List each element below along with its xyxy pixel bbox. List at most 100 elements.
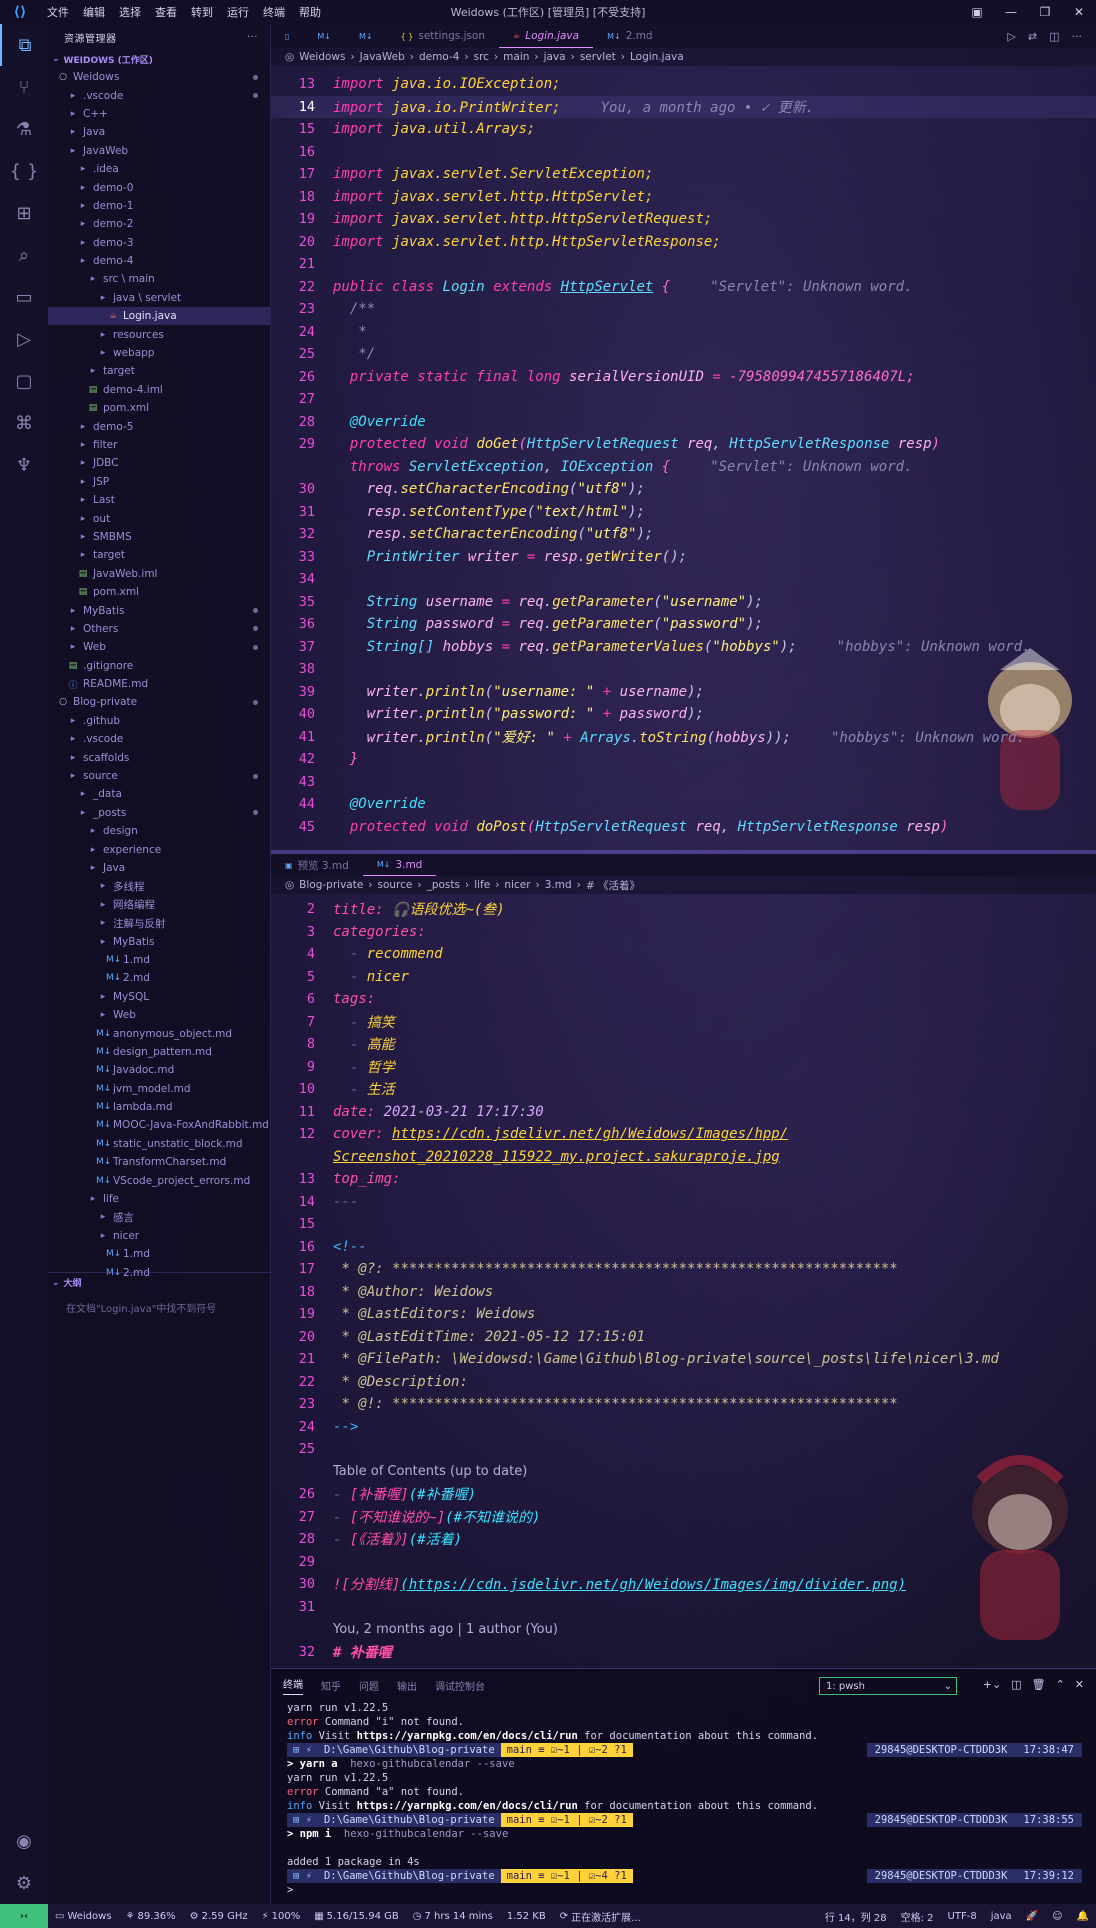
tree-folder[interactable]: ▸ Last: [48, 491, 270, 509]
breadcrumb-item[interactable]: life: [474, 879, 490, 891]
tree-folder[interactable]: ▸ nicer: [48, 1227, 270, 1245]
tree-folder[interactable]: ▸ demo-2: [48, 215, 270, 233]
run-icon[interactable]: ▷: [1007, 30, 1015, 43]
tree-folder[interactable]: ▸ design: [48, 822, 270, 840]
tree-folder[interactable]: ▸ C++: [48, 105, 270, 123]
tab-2-md[interactable]: M↓ 2.md: [593, 24, 667, 48]
tab-settings-json[interactable]: { } settings.json: [387, 24, 499, 48]
remote-indicator-icon[interactable]: ›‹: [0, 1904, 48, 1928]
new-terminal-icon[interactable]: +⌄: [983, 1678, 1001, 1691]
tree-folder[interactable]: ▸ Web: [48, 638, 270, 656]
tab-login-java[interactable]: ☕ Login.java: [499, 24, 594, 48]
tab-output[interactable]: 输出: [397, 1678, 417, 1693]
tree-folder[interactable]: ▸ .vscode: [48, 730, 270, 748]
tree-folder[interactable]: ▸ MySQL: [48, 988, 270, 1006]
tree-folder[interactable]: ▸ demo-1: [48, 197, 270, 215]
breadcrumb-item[interactable]: # 《活着》: [586, 878, 640, 893]
close-panel-icon[interactable]: ✕: [1075, 1678, 1084, 1691]
tab-problems[interactable]: 问题: [359, 1678, 379, 1693]
tab-preview-3-md[interactable]: ▣ 预览 3.md: [271, 854, 363, 876]
source-control-icon[interactable]: ⑂: [0, 66, 48, 108]
status-indentation[interactable]: 空格: 2: [894, 1909, 941, 1924]
java-editor[interactable]: 13 import java.io.IOException; 14 import j…: [271, 73, 1096, 850]
extensions-icon[interactable]: ⊞: [0, 192, 48, 234]
tree-folder[interactable]: ▸ JDBC: [48, 454, 270, 472]
tree-folder[interactable]: ▸ scaffolds: [48, 748, 270, 766]
tree-folder[interactable]: ▸ demo-3: [48, 234, 270, 252]
tree-file[interactable]: M↓ static_unstatic_block.md: [48, 1135, 270, 1153]
tree-folder[interactable]: ▸ 感言: [48, 1208, 270, 1226]
tree-file[interactable]: M↓ design_pattern.md: [48, 1043, 270, 1061]
tree-file[interactable]: M↓ 1.md: [48, 951, 270, 969]
outline-header[interactable]: ⌄ 大纲: [48, 1272, 271, 1292]
settings-gear-icon[interactable]: ⚙: [0, 1862, 48, 1904]
breadcrumb-item[interactable]: java: [544, 51, 566, 63]
tree-folder[interactable]: ▸ Web: [48, 1006, 270, 1024]
tree-file[interactable]: M↓ jvm_model.md: [48, 1079, 270, 1097]
tree-folder[interactable]: ▸ source: [48, 767, 270, 785]
tree-folder[interactable]: ▸ JavaWeb: [48, 142, 270, 160]
tab-zhihu[interactable]: 知乎: [321, 1678, 341, 1693]
tab-file-icon[interactable]: ▯: [271, 24, 303, 48]
rocket-icon[interactable]: 🚀: [1019, 1911, 1045, 1922]
tree-folder[interactable]: ▸ JSP: [48, 473, 270, 491]
breadcrumb-item[interactable]: main: [503, 51, 529, 63]
maximize-panel-icon[interactable]: ⌃: [1056, 1678, 1065, 1691]
tree-file[interactable]: M↓ MOOC-Java-FoxAndRabbit.md: [48, 1116, 270, 1134]
tree-folder[interactable]: ▸ SMBMS: [48, 528, 270, 546]
tree-file[interactable]: ▤ JavaWeb.iml: [48, 565, 270, 583]
tree-file[interactable]: ▤ demo-4.iml: [48, 381, 270, 399]
tree-folder[interactable]: ▸ 多线程: [48, 877, 270, 895]
compare-icon[interactable]: ⇄: [1028, 30, 1037, 43]
tree-folder[interactable]: ▸ life: [48, 1190, 270, 1208]
menu-help[interactable]: 帮助: [292, 4, 328, 20]
breadcrumb-item[interactable]: Weidows: [299, 51, 345, 63]
breadcrumb-item[interactable]: demo-4: [419, 51, 459, 63]
tree-folder[interactable]: ▸ 注解与反射: [48, 914, 270, 932]
breadcrumb-item[interactable]: nicer: [504, 879, 530, 891]
tree-folder[interactable]: ▸ demo-5: [48, 417, 270, 435]
tree-folder[interactable]: ▸ demo-0: [48, 178, 270, 196]
tree-folder[interactable]: ○ Weidows: [48, 68, 270, 86]
menu-terminal[interactable]: 终端: [256, 4, 292, 20]
tree-folder[interactable]: ▸ java \ servlet: [48, 289, 270, 307]
tab-md-1[interactable]: M↓: [303, 24, 345, 48]
notifications-bell-icon[interactable]: 🔔: [1070, 1911, 1096, 1922]
tab-3-md[interactable]: M↓ 3.md: [362, 854, 437, 876]
tree-folder[interactable]: ▸ experience: [48, 840, 270, 858]
tree-folder[interactable]: ▸ _posts: [48, 804, 270, 822]
menu-selection[interactable]: 选择: [112, 4, 148, 20]
tree-file[interactable]: M↓ 1.md: [48, 1245, 270, 1263]
tree-file[interactable]: ▤ pom.xml: [48, 583, 270, 601]
tree-folder[interactable]: ▸ filter: [48, 436, 270, 454]
layout-toggle-icon[interactable]: ▣: [960, 5, 994, 19]
status-workspace[interactable]: ▭ Weidows: [48, 1911, 119, 1922]
tree-folder[interactable]: ▸ .idea: [48, 160, 270, 178]
menu-run[interactable]: 运行: [220, 4, 256, 20]
split-terminal-icon[interactable]: ◫: [1011, 1678, 1021, 1691]
terminal-output[interactable]: yarn run v1.22.5 error Command "i" not fo…: [271, 1701, 1096, 1897]
gamepad-icon[interactable]: ⌘: [0, 402, 48, 444]
menu-go[interactable]: 转到: [184, 4, 220, 20]
tree-file[interactable]: M↓ anonymous_object.md: [48, 1024, 270, 1042]
test-flask-icon[interactable]: ⚗: [0, 108, 48, 150]
tree-folder[interactable]: ▸ webapp: [48, 344, 270, 362]
tree-file[interactable]: M↓ VScode_project_errors.md: [48, 1171, 270, 1189]
markdown-editor[interactable]: 2 title: 🎧语段优选~(叁) 3 categories: 4 - recom…: [271, 898, 1096, 1668]
search-icon[interactable]: ⌕: [0, 234, 48, 276]
explorer-icon[interactable]: ⧉: [0, 24, 48, 66]
tree-folder[interactable]: ▸ .vscode: [48, 86, 270, 104]
tree-file[interactable]: M↓ TransformCharset.md: [48, 1153, 270, 1171]
more-icon[interactable]: ···: [1072, 30, 1083, 43]
tree-folder[interactable]: ▸ demo-4: [48, 252, 270, 270]
tree-folder[interactable]: ▸ Java: [48, 859, 270, 877]
folder-icon[interactable]: ▭: [0, 276, 48, 318]
tree-folder[interactable]: ▸ resources: [48, 325, 270, 343]
breadcrumb-item[interactable]: Login.java: [630, 51, 684, 63]
tree-file[interactable]: ▤ pom.xml: [48, 399, 270, 417]
tree-folder[interactable]: ▸ MyBatis: [48, 601, 270, 619]
tree-folder[interactable]: ▸ _data: [48, 785, 270, 803]
split-editor-icon[interactable]: ◫: [1049, 30, 1059, 43]
menu-file[interactable]: 文件: [40, 4, 76, 20]
close-icon[interactable]: ✕: [1062, 5, 1096, 19]
